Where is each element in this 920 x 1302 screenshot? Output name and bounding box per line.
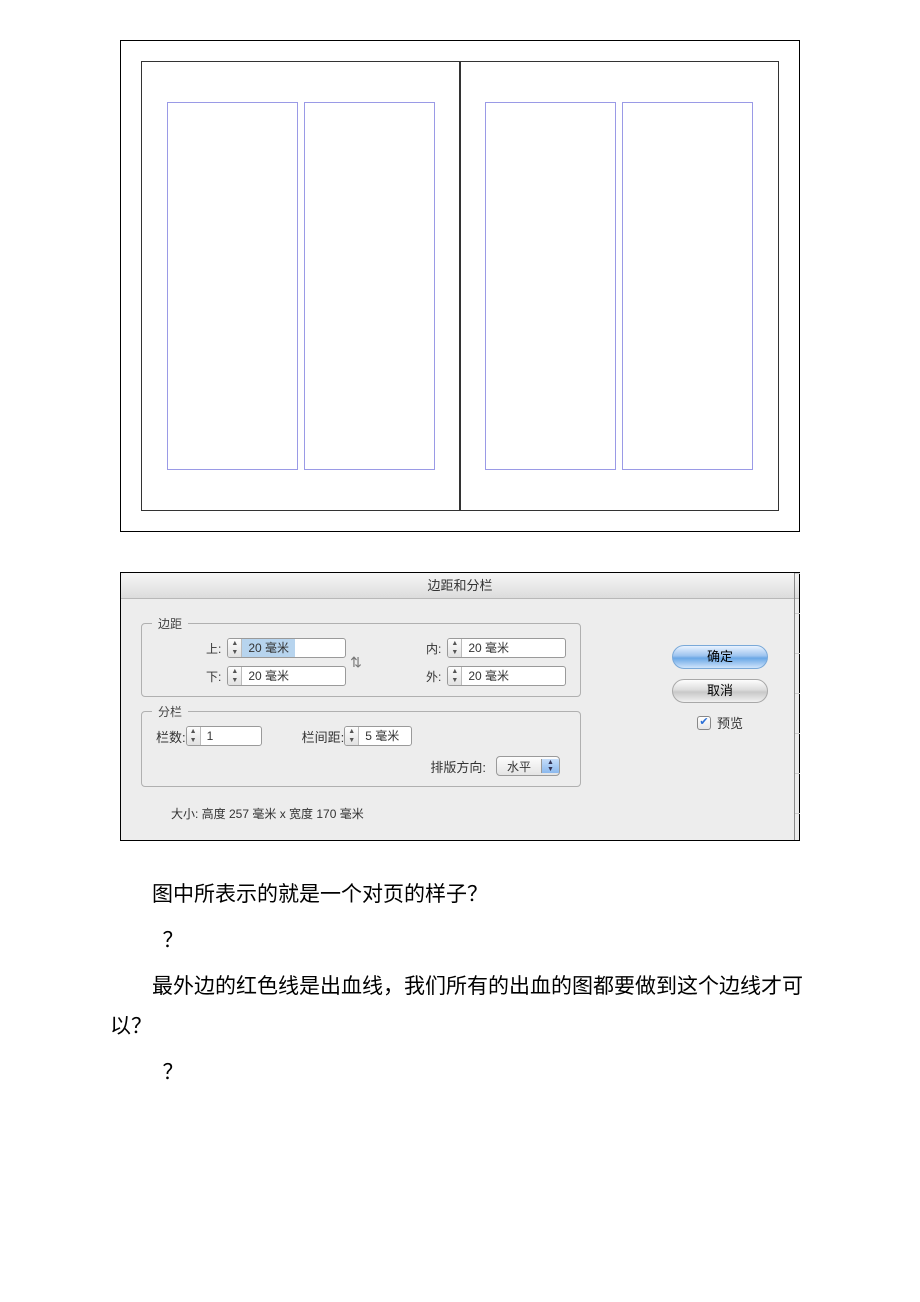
paragraph: 最外边的红色线是出血线，我们所有的出血的图都要做到这个边线才可以？ <box>110 967 810 1047</box>
margin-outer-label: 外: <box>376 668 447 685</box>
cancel-button[interactable]: 取消 <box>672 679 768 703</box>
columns-legend: 分栏 <box>152 703 188 720</box>
link-margins-icon[interactable]: ⇅ <box>346 644 366 680</box>
spread-preview-figure <box>120 40 800 532</box>
margin-bottom-field[interactable]: ▲▼ 20 毫米 <box>227 666 346 686</box>
dialog-title: 边距和分栏 <box>121 573 799 599</box>
margin-inner-label: 内: <box>376 640 447 657</box>
margin-outer-field[interactable]: ▲▼ 20 毫米 <box>447 666 566 686</box>
paragraph: 图中所表示的就是一个对页的样子？ <box>110 875 810 915</box>
stepper-up-icon[interactable]: ▲ <box>228 639 241 648</box>
stepper-down-icon[interactable]: ▼ <box>228 676 241 685</box>
margin-inner-value[interactable]: 20 毫米 <box>462 639 515 657</box>
stepper-up-icon[interactable]: ▲ <box>187 727 200 736</box>
preview-checkbox[interactable]: ✔ 预览 <box>697 713 743 732</box>
direction-value: 水平 <box>497 758 541 775</box>
stepper-down-icon[interactable]: ▼ <box>448 648 461 657</box>
margins-group: 边距 上: ▲▼ 20 毫米 ⇅ 内: ▲▼ 20 毫米 下 <box>141 623 581 697</box>
ok-button[interactable]: 确定 <box>672 645 768 669</box>
left-page <box>141 61 461 511</box>
margins-columns-dialog: 边距和分栏 确定 取消 ✔ 预览 边距 上: <box>121 573 799 840</box>
dialog-screenshot: www.bdocx.com 边距和分栏 确定 取消 ✔ 预览 边距 上: <box>120 572 800 841</box>
column-count-label: 栏数: <box>156 727 186 746</box>
margin-top-label: 上: <box>156 640 227 657</box>
margins-legend: 边距 <box>152 615 188 632</box>
size-readout: 大小: 高度 257 毫米 x 宽度 170 毫米 <box>141 801 779 822</box>
stepper-down-icon[interactable]: ▼ <box>187 736 200 745</box>
stepper-up-icon[interactable]: ▲ <box>228 667 241 676</box>
paragraph: ？ <box>110 1053 810 1093</box>
stepper-up-icon[interactable]: ▲ <box>345 727 358 736</box>
margin-top-value[interactable]: 20 毫米 <box>242 639 295 657</box>
preview-label: 预览 <box>717 713 743 732</box>
article-body: 图中所表示的就是一个对页的样子？ ？ 最外边的红色线是出血线，我们所有的出血的图… <box>100 875 820 1092</box>
margin-outer-value[interactable]: 20 毫米 <box>462 667 515 685</box>
gutter-label: 栏间距: <box>302 727 345 746</box>
margin-top-field[interactable]: ▲▼ 20 毫米 <box>227 638 346 658</box>
ruler-edge <box>794 573 800 840</box>
left-page-column-1 <box>167 102 298 470</box>
direction-label: 排版方向: <box>430 757 486 776</box>
margin-bottom-value[interactable]: 20 毫米 <box>242 667 295 685</box>
paragraph: ？ <box>110 921 810 961</box>
column-count-field[interactable]: ▲▼ 1 <box>186 726 262 746</box>
stepper-down-icon[interactable]: ▼ <box>345 736 358 745</box>
margin-bottom-label: 下: <box>156 668 227 685</box>
margin-inner-field[interactable]: ▲▼ 20 毫米 <box>447 638 566 658</box>
facing-pages-spread <box>141 61 779 511</box>
gutter-field[interactable]: ▲▼ 5 毫米 <box>344 726 412 746</box>
gutter-value[interactable]: 5 毫米 <box>359 727 411 745</box>
stepper-up-icon[interactable]: ▲ <box>448 667 461 676</box>
right-page-column-2 <box>622 102 753 470</box>
right-page-column-1 <box>485 102 616 470</box>
stepper-down-icon[interactable]: ▼ <box>228 648 241 657</box>
stepper-up-icon[interactable]: ▲ <box>448 639 461 648</box>
column-count-value[interactable]: 1 <box>201 727 261 745</box>
right-page <box>459 61 779 511</box>
check-icon: ✔ <box>697 716 711 730</box>
select-arrows-icon: ▲▼ <box>541 759 559 773</box>
stepper-down-icon[interactable]: ▼ <box>448 676 461 685</box>
columns-group: 分栏 栏数: ▲▼ 1 栏间距: ▲▼ <box>141 711 581 787</box>
direction-select[interactable]: 水平 ▲▼ <box>496 756 560 776</box>
left-page-column-2 <box>304 102 435 470</box>
